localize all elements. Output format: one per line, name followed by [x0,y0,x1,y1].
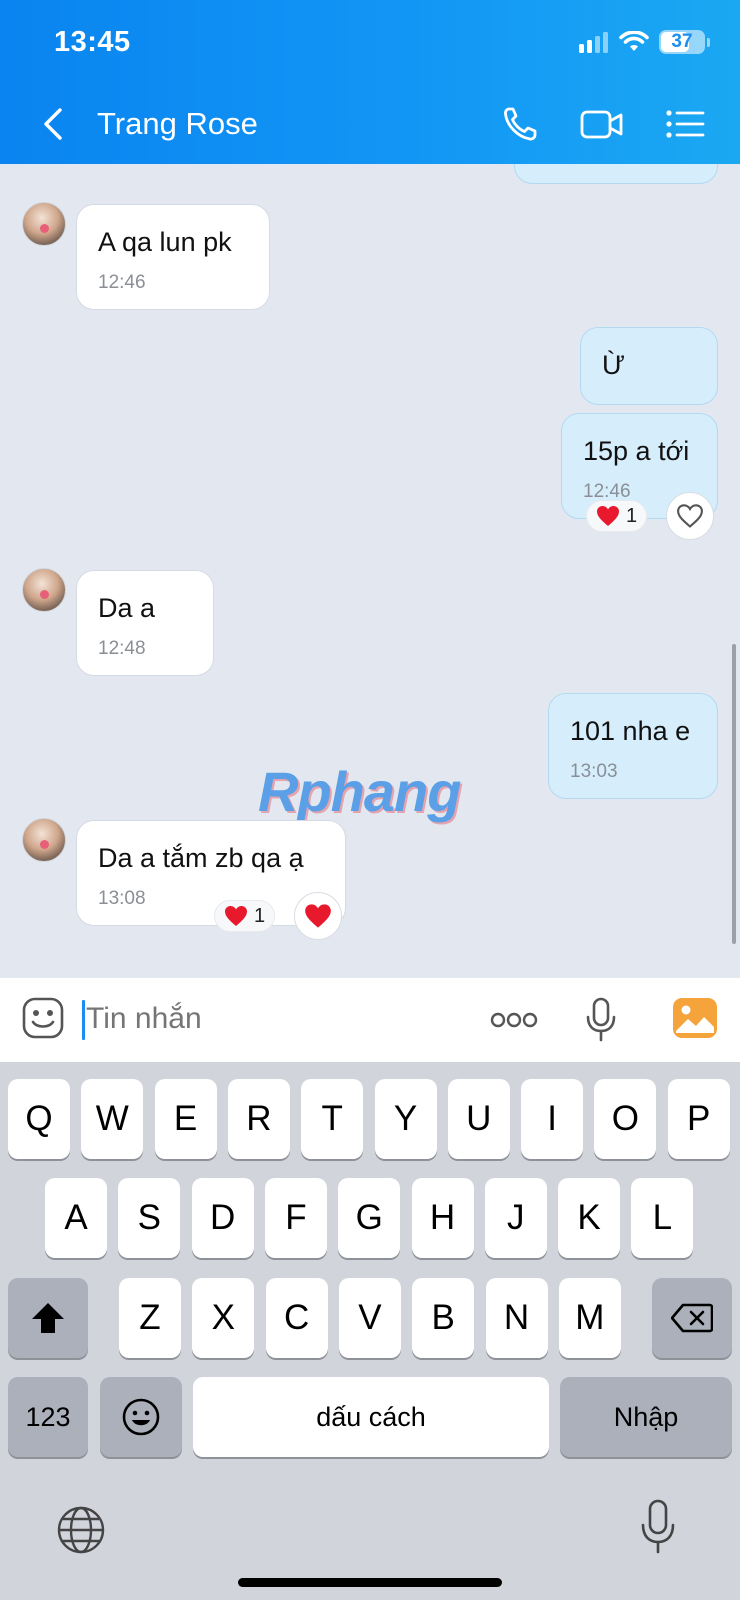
return-key[interactable]: Nhập [560,1377,732,1457]
watermark-logo: Rphang [258,760,461,823]
key-q[interactable]: Q [8,1079,70,1159]
numbers-key[interactable]: 123 [8,1377,88,1457]
contact-avatar[interactable] [22,568,66,612]
key-e[interactable]: E [154,1079,217,1159]
message-text: Ừ [602,350,626,380]
on-screen-keyboard: QWERTYUIOP ASDFGHJKL ZXCVBNM 123 dấu các… [0,1062,740,1600]
gallery-image-icon[interactable] [672,997,718,1039]
backspace-icon [671,1303,713,1333]
battery-level: 37 [671,31,693,52]
key-x[interactable]: X [192,1278,255,1358]
chat-title[interactable]: Trang Rose [97,106,258,142]
heart-icon [225,906,247,926]
key-i[interactable]: I [521,1079,584,1159]
message-text: Da a [98,593,156,623]
message-input[interactable] [86,1002,446,1036]
key-v[interactable]: V [338,1278,401,1358]
key-f[interactable]: F [264,1178,327,1258]
key-z[interactable]: Z [119,1278,181,1358]
heart-outline-icon [677,504,703,528]
wifi-icon [619,31,649,51]
key-a[interactable]: A [45,1178,107,1258]
message-text: Da a tắm zb qa ạ [98,843,304,873]
key-y[interactable]: Y [374,1079,437,1159]
key-r[interactable]: R [227,1079,290,1159]
key-h[interactable]: H [411,1178,474,1258]
phone-call-icon[interactable] [500,104,544,144]
message-text: A qa lun pk [98,227,232,257]
key-w[interactable]: W [81,1079,144,1159]
message-time: 13:03 [570,761,618,782]
key-n[interactable]: N [485,1278,548,1358]
message-bubble-partial [514,164,718,184]
key-l[interactable]: L [631,1178,694,1258]
contact-avatar[interactable] [22,818,66,862]
message-input-bar [0,978,740,1062]
key-m[interactable]: M [558,1278,621,1358]
message-time: 12:48 [98,638,146,659]
key-s[interactable]: S [118,1178,181,1258]
key-d[interactable]: D [191,1178,254,1258]
heart-filled-icon [305,904,331,928]
emoji-key[interactable] [100,1377,182,1457]
reaction-summary[interactable]: 1 [586,500,648,532]
key-o[interactable]: O [594,1079,657,1159]
shift-key[interactable] [8,1278,88,1358]
message-text: 101 nha e [570,716,691,746]
reaction-count: 1 [626,504,638,527]
outgoing-message[interactable]: Ừ [580,327,718,405]
status-time: 13:45 [54,26,131,58]
key-c[interactable]: C [265,1278,328,1358]
heart-icon [597,506,619,526]
emoji-smiley-icon [122,1398,160,1436]
more-options-icon[interactable] [490,1011,538,1029]
reaction-summary[interactable]: 1 [214,900,276,932]
scrollbar[interactable] [732,644,736,944]
status-indicators: 37 [579,30,710,54]
key-b[interactable]: B [412,1278,475,1358]
microphone-icon[interactable] [584,997,618,1043]
back-chevron-icon[interactable] [36,104,72,144]
home-indicator [238,1578,502,1587]
chat-header: 13:45 37 Trang Rose [0,0,740,164]
message-time: 12:46 [98,272,146,293]
react-heart-button[interactable] [666,492,714,540]
message-text: 15p a tới [583,436,690,466]
battery-icon: 37 [659,30,705,54]
message-time: 13:08 [98,888,146,909]
space-key[interactable]: dấu cách [193,1377,549,1457]
incoming-message[interactable]: Da a 12:48 [76,570,214,676]
chat-message-list[interactable]: A qa lun pk 12:46 Ừ 15p a tới 12:46 1 Da… [0,164,740,978]
backspace-key[interactable] [652,1278,732,1358]
signal-icon [579,32,608,53]
key-u[interactable]: U [447,1079,510,1159]
video-call-icon[interactable] [580,104,624,144]
key-j[interactable]: J [484,1178,547,1258]
menu-list-icon[interactable] [664,104,708,144]
react-heart-button[interactable] [294,892,342,940]
sticker-icon[interactable] [22,997,64,1039]
key-t[interactable]: T [301,1079,364,1159]
key-p[interactable]: P [667,1079,730,1159]
outgoing-message[interactable]: 101 nha e 13:03 [548,693,718,799]
reaction-count: 1 [254,904,266,927]
key-k[interactable]: K [558,1178,621,1258]
globe-icon[interactable] [56,1505,106,1555]
contact-avatar[interactable] [22,202,66,246]
key-g[interactable]: G [338,1178,401,1258]
text-caret [82,1000,85,1040]
shift-arrow-icon [32,1303,64,1333]
incoming-message[interactable]: A qa lun pk 12:46 [76,204,270,310]
dictation-mic-icon[interactable] [638,1499,678,1555]
